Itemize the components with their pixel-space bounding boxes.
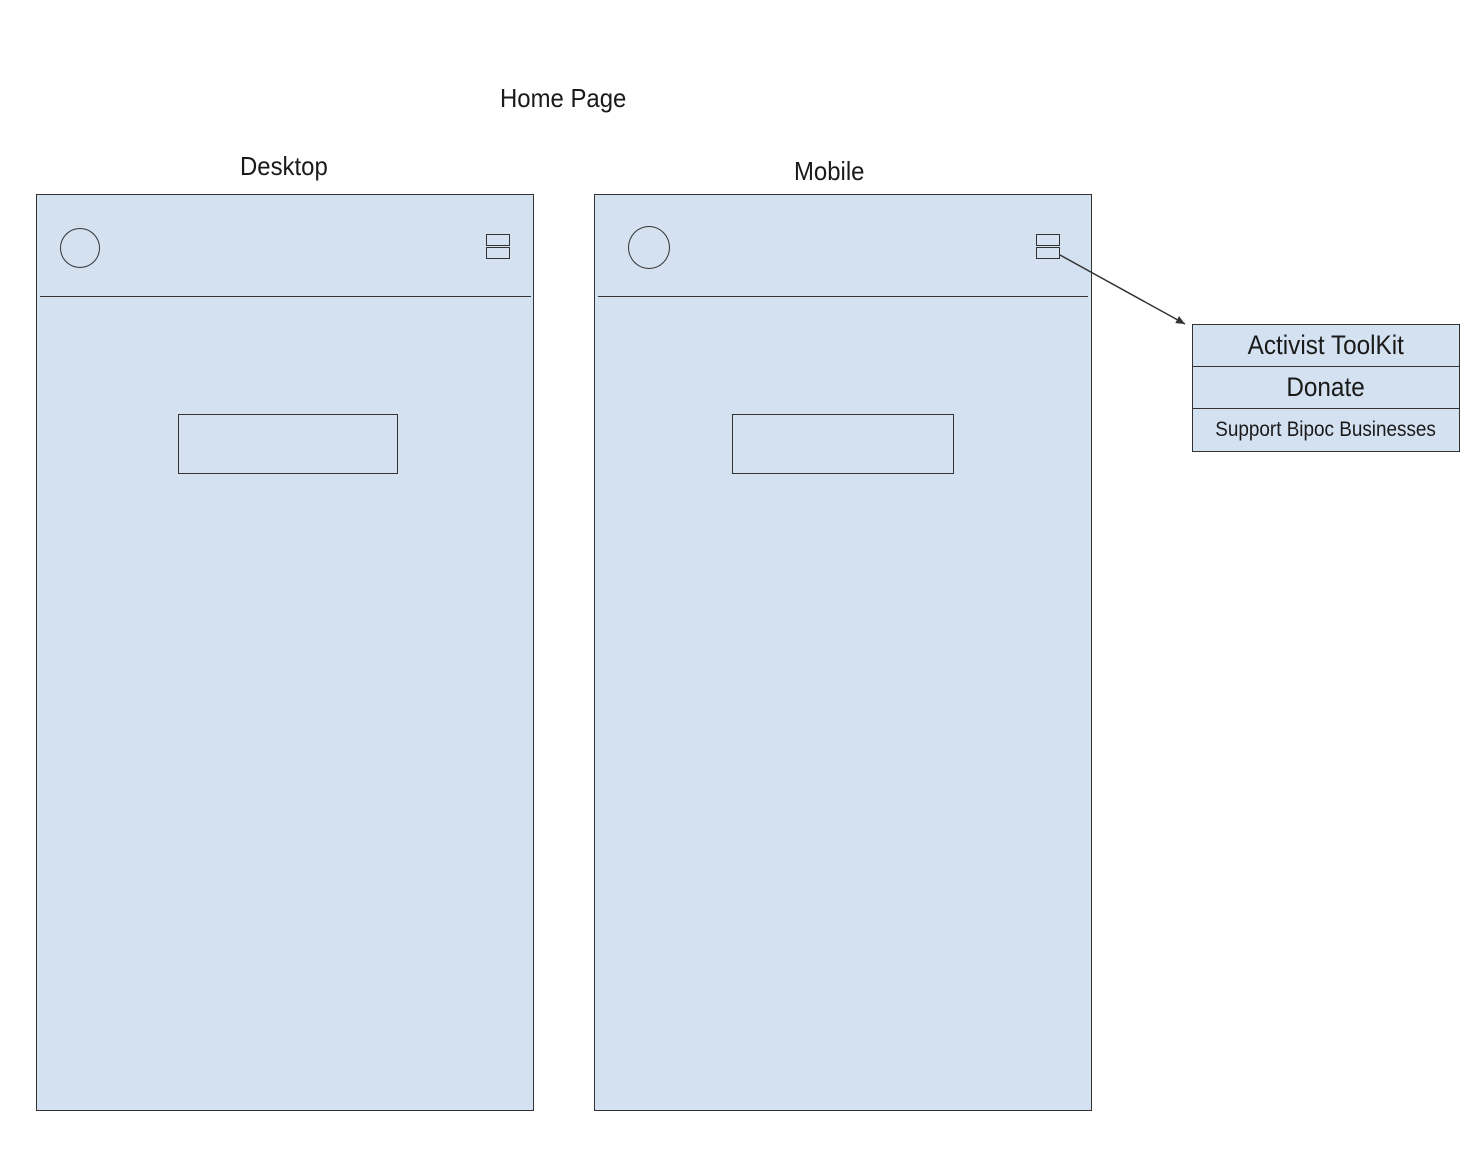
menu-bar-bottom xyxy=(1036,247,1060,259)
menu-bar-bottom xyxy=(486,247,510,259)
desktop-header-divider xyxy=(40,296,531,297)
mobile-label: Mobile xyxy=(794,156,865,186)
menu-item-label: Donate xyxy=(1286,372,1366,402)
menu-item-label: Support Bipoc Businesses xyxy=(1215,418,1437,441)
desktop-menu-icon[interactable] xyxy=(486,234,510,260)
mobile-dropdown-menu: Activist ToolKit Donate Support Bipoc Bu… xyxy=(1192,324,1460,452)
menu-bar-top xyxy=(1036,234,1060,246)
desktop-label: Desktop xyxy=(240,151,328,181)
menu-bar-top xyxy=(486,234,510,246)
mobile-center-box[interactable] xyxy=(732,414,954,474)
page-title: Home Page xyxy=(500,83,627,113)
menu-item-donate[interactable]: Donate xyxy=(1193,367,1459,409)
desktop-center-box[interactable] xyxy=(178,414,398,474)
menu-item-label: Activist ToolKit xyxy=(1247,330,1405,360)
mobile-header-divider xyxy=(598,296,1088,297)
mobile-menu-icon[interactable] xyxy=(1036,234,1060,260)
desktop-frame xyxy=(36,194,534,1111)
desktop-logo-icon[interactable] xyxy=(60,228,100,268)
menu-item-activist-toolkit[interactable]: Activist ToolKit xyxy=(1193,325,1459,367)
mobile-logo-icon[interactable] xyxy=(628,226,670,269)
mobile-frame xyxy=(594,194,1092,1111)
menu-item-support-bipoc-businesses[interactable]: Support Bipoc Businesses xyxy=(1193,409,1459,451)
